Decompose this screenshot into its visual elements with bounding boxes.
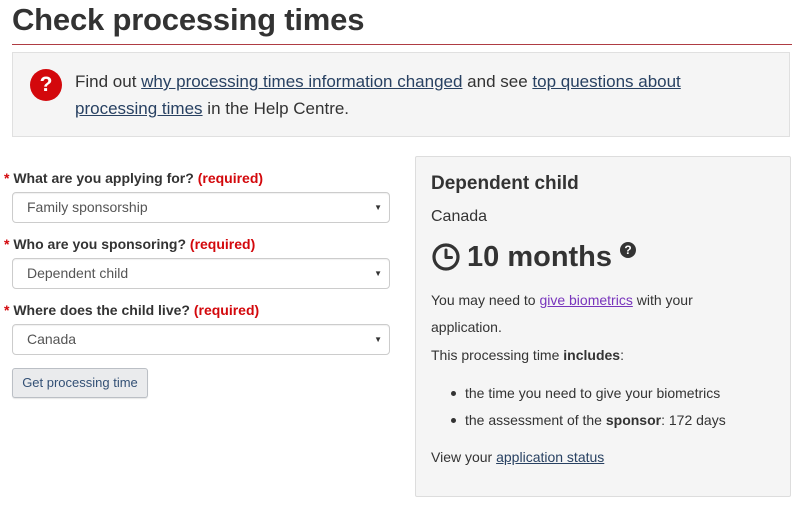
list-item: the assessment of the sponsor: 172 days [449, 407, 726, 434]
chevron-down-icon: ▼ [374, 269, 382, 278]
clock-icon [432, 243, 460, 271]
processing-time: 10 months ? [431, 237, 637, 277]
help-icon[interactable]: ? [620, 242, 637, 258]
includes-list: the time you need to give your biometric… [449, 380, 726, 434]
info-alert: ? Find out why processing times informat… [12, 52, 790, 137]
page-title: Check processing times [12, 2, 365, 37]
chevron-down-icon: ▼ [374, 335, 382, 344]
application-status-link[interactable]: application status [496, 449, 604, 465]
info-text: Find out why processing times informatio… [75, 72, 681, 118]
result-location: Canada [431, 208, 488, 225]
application-type-label: * What are you applying for? (required) [4, 170, 264, 186]
sponsoring-select[interactable]: Dependent child ▼ [12, 258, 390, 289]
application-status-text: View your application status [431, 449, 605, 465]
give-biometrics-link[interactable]: give biometrics [539, 292, 632, 308]
result-panel: Dependent child Canada 10 months ? You m… [415, 156, 791, 497]
processing-time-value: 10 months [467, 240, 613, 273]
includes-text: This processing time includes: [431, 347, 624, 363]
list-item: the time you need to give your biometric… [449, 380, 726, 407]
question-icon: ? [30, 69, 62, 101]
child-location-label: * Where does the child live? (required) [4, 302, 260, 318]
biometrics-note: You may need to give biometrics with you… [431, 292, 693, 335]
result-heading: Dependent child [431, 173, 579, 194]
chevron-down-icon: ▼ [374, 203, 382, 212]
sponsoring-label: * Who are you sponsoring? (required) [4, 236, 256, 252]
title-divider [12, 44, 792, 45]
why-changed-link[interactable]: why processing times information changed [141, 72, 462, 91]
application-type-select[interactable]: Family sponsorship ▼ [12, 192, 390, 223]
child-location-select[interactable]: Canada ▼ [12, 324, 390, 355]
get-processing-time-button[interactable]: Get processing time [12, 368, 148, 398]
